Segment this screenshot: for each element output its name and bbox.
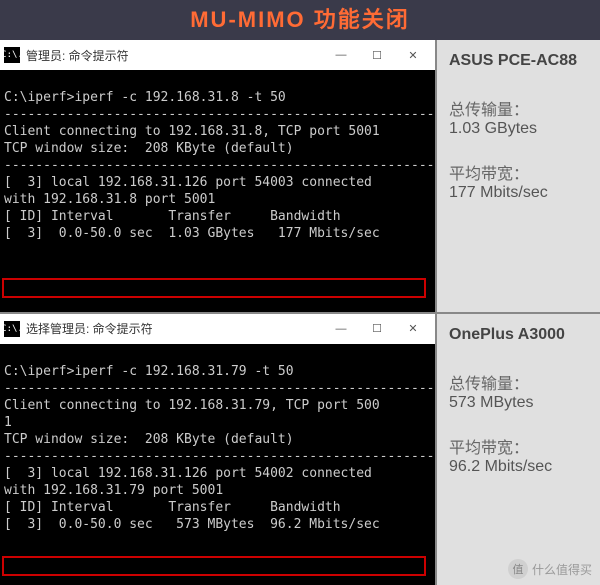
transfer-value-1: 1.03 GBytes: [449, 120, 590, 138]
close-button[interactable]: ✕: [395, 44, 431, 66]
term-line: ----------------------------------------…: [4, 158, 435, 173]
result-highlight-2: [2, 556, 426, 576]
term-line: [ 3] local 192.168.31.126 port 54002 con…: [4, 466, 380, 481]
term-line: with 192.168.31.79 port 5001: [4, 483, 223, 498]
terminal-output-2[interactable]: C:\iperf>iperf -c 192.168.31.79 -t 50 --…: [0, 344, 435, 585]
maximize-button[interactable]: ☐: [359, 44, 395, 66]
minimize-button[interactable]: —: [323, 44, 359, 66]
transfer-label-1: 总传输量：: [449, 96, 590, 120]
content-area: C:\. 管理员: 命令提示符 — ☐ ✕ C:\iperf>iperf -c …: [0, 40, 600, 585]
window-title-1: 管理员: 命令提示符: [26, 47, 323, 64]
window-title-2: 选择管理员: 命令提示符: [26, 320, 323, 337]
summary-oneplus: OnePlus A3000 总传输量： 573 MBytes 平均带宽： 96.…: [437, 314, 600, 585]
maximize-button[interactable]: ☐: [359, 318, 395, 340]
term-line: ----------------------------------------…: [4, 107, 435, 122]
term-line: C:\iperf>iperf -c 192.168.31.79 -t 50: [4, 364, 294, 379]
bandwidth-value-1: 177 Mbits/sec: [449, 184, 590, 202]
term-line: ----------------------------------------…: [4, 449, 435, 464]
bandwidth-label-1: 平均带宽：: [449, 160, 590, 184]
cmd-icon: C:\.: [4, 321, 20, 337]
test-row-asus: C:\. 管理员: 命令提示符 — ☐ ✕ C:\iperf>iperf -c …: [0, 40, 600, 314]
term-line: [ ID] Interval Transfer Bandwidth: [4, 209, 341, 224]
bandwidth-label-2: 平均带宽：: [449, 434, 590, 458]
summary-asus: ASUS PCE-AC88 总传输量： 1.03 GBytes 平均带宽： 17…: [437, 40, 600, 312]
term-line: 1: [4, 415, 12, 430]
window-titlebar-2[interactable]: C:\. 选择管理员: 命令提示符 — ☐ ✕: [0, 314, 435, 344]
terminal-window-2: C:\. 选择管理员: 命令提示符 — ☐ ✕ C:\iperf>iperf -…: [0, 314, 437, 585]
terminal-window-1: C:\. 管理员: 命令提示符 — ☐ ✕ C:\iperf>iperf -c …: [0, 40, 437, 312]
watermark: 值 什么值得买: [508, 559, 592, 579]
term-line: Client connecting to 192.168.31.79, TCP …: [4, 398, 380, 413]
watermark-text: 什么值得买: [532, 561, 592, 578]
term-line: C:\iperf>iperf -c 192.168.31.8 -t 50: [4, 90, 286, 105]
term-line: TCP window size: 208 KByte (default): [4, 141, 294, 156]
test-row-oneplus: C:\. 选择管理员: 命令提示符 — ☐ ✕ C:\iperf>iperf -…: [0, 314, 600, 585]
result-highlight-1: [2, 278, 426, 298]
bandwidth-value-2: 96.2 Mbits/sec: [449, 458, 590, 476]
window-titlebar-1[interactable]: C:\. 管理员: 命令提示符 — ☐ ✕: [0, 40, 435, 70]
transfer-label-2: 总传输量：: [449, 370, 590, 394]
window-controls-2: — ☐ ✕: [323, 318, 431, 340]
term-line: [ 3] local 192.168.31.126 port 54003 con…: [4, 175, 372, 190]
term-line: ----------------------------------------…: [4, 381, 435, 396]
window-controls-1: — ☐ ✕: [323, 44, 431, 66]
term-line: Client connecting to 192.168.31.8, TCP p…: [4, 124, 380, 139]
close-button[interactable]: ✕: [395, 318, 431, 340]
term-line: with 192.168.31.8 port 5001: [4, 192, 215, 207]
page-header: MU-MIMO 功能关闭: [0, 0, 600, 40]
minimize-button[interactable]: —: [323, 318, 359, 340]
term-line: TCP window size: 208 KByte (default): [4, 432, 294, 447]
terminal-output-1[interactable]: C:\iperf>iperf -c 192.168.31.8 -t 50 ---…: [0, 70, 435, 312]
device-name-1: ASUS PCE-AC88: [449, 52, 590, 70]
watermark-logo-icon: 值: [508, 559, 528, 579]
cmd-icon: C:\.: [4, 47, 20, 63]
term-line: [ 3] 0.0-50.0 sec 1.03 GBytes 177 Mbits/…: [4, 226, 380, 241]
device-name-2: OnePlus A3000: [449, 326, 590, 344]
transfer-value-2: 573 MBytes: [449, 394, 590, 412]
term-line: [ ID] Interval Transfer Bandwidth: [4, 500, 341, 515]
term-line: [ 3] 0.0-50.0 sec 573 MBytes 96.2 Mbits/…: [4, 517, 380, 532]
